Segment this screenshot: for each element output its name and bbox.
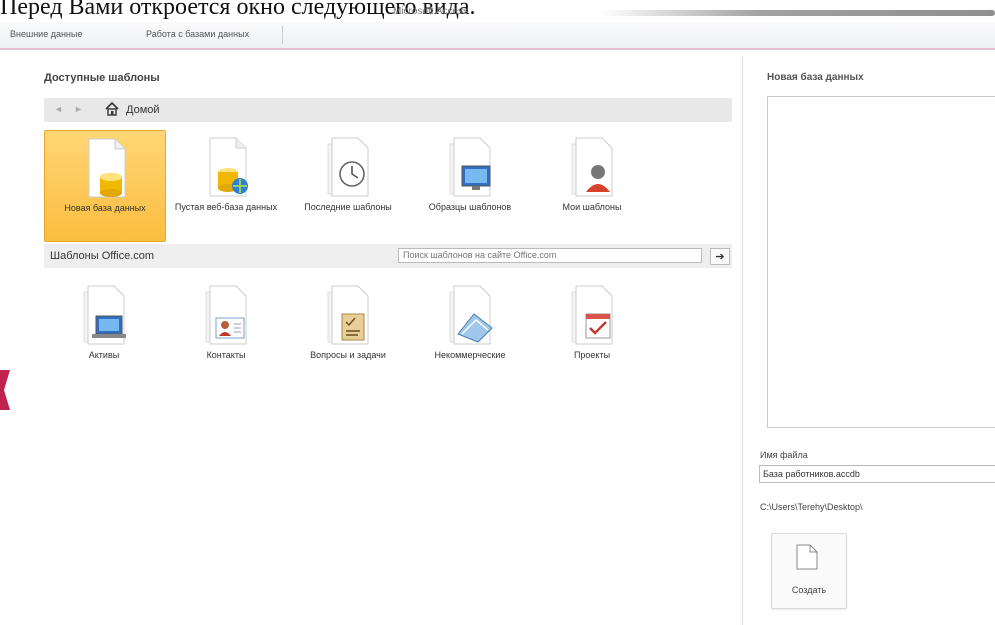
create-button[interactable]: Создать xyxy=(771,533,847,609)
forward-arrow-icon[interactable]: ► xyxy=(72,103,85,116)
available-templates-panel: Доступные шаблоны ◄ ► Домой Новая база д… xyxy=(34,56,738,625)
recent-templates-icon xyxy=(327,137,369,197)
template-label: Образцы шаблонов xyxy=(428,202,512,212)
office-search-input[interactable] xyxy=(398,248,702,263)
template-samples[interactable]: Образцы шаблонов xyxy=(410,130,530,240)
home-icon[interactable] xyxy=(104,101,120,117)
template-label: Новая база данных xyxy=(64,203,146,213)
template-assets[interactable]: Активы xyxy=(44,278,164,388)
nonprofit-icon xyxy=(449,285,493,345)
my-templates-icon xyxy=(571,137,613,197)
search-go-button[interactable]: ➔ xyxy=(710,248,730,265)
app-title: Microsoft Access xyxy=(393,6,469,17)
office-templates-bar: Шаблоны Office.com ➔ xyxy=(44,244,732,268)
template-recent[interactable]: Последние шаблоны xyxy=(288,130,408,240)
document-icon xyxy=(796,544,818,570)
title-bar: Microsoft Access xyxy=(0,0,995,22)
tab-database-tools[interactable]: Работа с базами данных xyxy=(146,29,249,39)
template-label: Проекты xyxy=(573,350,611,360)
template-label: Некоммерческие xyxy=(434,350,506,360)
home-label[interactable]: Домой xyxy=(126,104,160,116)
file-path: C:\Users\Terehy\Desktop\ xyxy=(760,502,863,512)
templates-nav-bar: ◄ ► Домой xyxy=(44,98,732,122)
template-nonprofit[interactable]: Некоммерческие xyxy=(410,278,530,388)
filename-label: Имя файла xyxy=(760,450,808,460)
template-label: Мои шаблоны xyxy=(562,202,622,212)
back-arrow-icon[interactable]: ◄ xyxy=(52,103,65,116)
filename-input[interactable] xyxy=(759,465,995,483)
template-contacts[interactable]: Контакты xyxy=(166,278,286,388)
template-label: Активы xyxy=(88,350,120,360)
new-database-title: Новая база данных xyxy=(767,72,864,83)
template-label: Последние шаблоны xyxy=(304,202,392,212)
template-label: Контакты xyxy=(206,350,246,360)
template-my[interactable]: Мои шаблоны xyxy=(532,130,652,240)
template-blank-web-database[interactable]: Пустая веб-база данных xyxy=(166,130,286,240)
sample-templates-icon xyxy=(449,137,491,197)
new-database-icon xyxy=(88,138,126,198)
template-projects[interactable]: Проекты xyxy=(532,278,652,388)
new-database-panel: Новая база данных Имя файла C:\Users\Ter… xyxy=(743,56,995,625)
ribbon-separator xyxy=(282,26,283,44)
projects-icon xyxy=(571,285,613,345)
template-new-database[interactable]: Новая база данных xyxy=(44,130,166,242)
create-label: Создать xyxy=(791,585,827,595)
template-label: Пустая веб-база данных xyxy=(174,202,278,212)
template-issues-tasks[interactable]: Вопросы и задачи xyxy=(288,278,408,388)
ribbon-tabs: Внешние данные Работа с базами данных xyxy=(0,22,995,50)
template-preview xyxy=(767,96,995,428)
contacts-icon xyxy=(205,285,247,345)
issues-tasks-icon xyxy=(327,285,369,345)
office-templates-title: Шаблоны Office.com xyxy=(50,250,155,262)
backstage-accent xyxy=(0,370,10,410)
available-templates-title: Доступные шаблоны xyxy=(44,72,160,84)
tab-external-data[interactable]: Внешние данные xyxy=(10,29,82,39)
assets-icon xyxy=(83,285,126,345)
web-database-icon xyxy=(209,137,248,197)
template-label: Вопросы и задачи xyxy=(310,350,386,360)
title-bar-shadow xyxy=(600,10,995,16)
